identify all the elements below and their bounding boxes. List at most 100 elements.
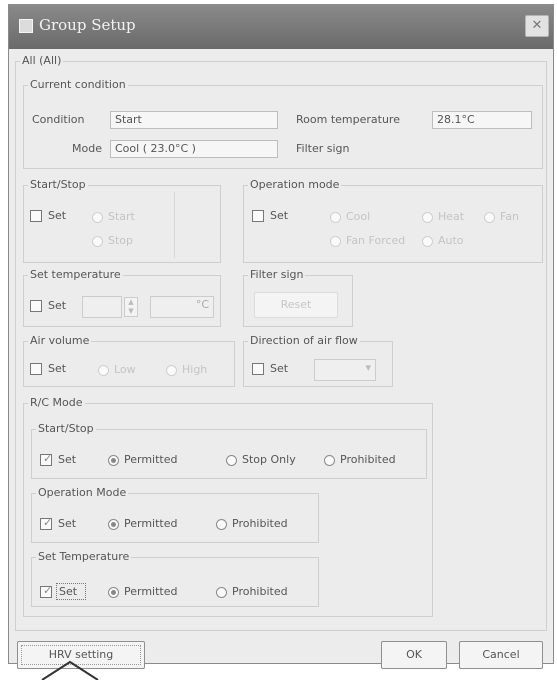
set-temperature-set-label: Set (48, 299, 67, 312)
rc-start-stop-set-checkbox[interactable]: ✓ (40, 452, 53, 466)
rc-set-temperature-prohibited-radio[interactable] (216, 587, 227, 598)
air-volume-set-checkbox[interactable] (30, 363, 42, 375)
rc-operation-mode-legend: Operation Mode (36, 486, 129, 499)
rc-start-stop-stop-only-radio[interactable] (226, 455, 237, 466)
rc-operation-mode-prohibited-radio[interactable] (216, 519, 227, 530)
cancel-label: Cancel (482, 648, 520, 661)
air-flow-group: Direction of air flow Set ▾ (243, 334, 393, 387)
rc-start-stop-legend: Start/Stop (36, 422, 96, 435)
air-volume-legend: Air volume (28, 334, 92, 347)
spin-up-icon: ▲ (128, 298, 134, 306)
condition-label: Condition (32, 113, 85, 126)
fan-forced-radio[interactable] (330, 236, 341, 247)
temperature-input[interactable] (82, 296, 122, 318)
rc-start-stop-permitted-radio[interactable] (108, 455, 119, 466)
rc-operation-mode-permitted-label: Permitted (124, 517, 178, 530)
callout-pointer (41, 660, 99, 680)
ok-label: OK (406, 648, 422, 661)
high-option-label: High (182, 363, 208, 376)
operation-mode-legend: Operation mode (248, 178, 342, 191)
set-temperature-group: Set temperature Set ▲ ▼ °C (23, 268, 221, 327)
rc-start-stop-prohibited-radio[interactable] (324, 455, 335, 466)
cool-option-label: Cool (346, 210, 371, 223)
rc-start-stop-permitted-label: Permitted (124, 453, 178, 466)
rc-set-temperature-permitted-radio[interactable] (108, 587, 119, 598)
room-temperature-field: 28.1°C (432, 111, 532, 129)
chevron-down-icon: ▾ (365, 361, 371, 374)
start-stop-legend: Start/Stop (28, 178, 88, 191)
start-stop-set-checkbox[interactable] (30, 210, 42, 222)
set-temperature-set-checkbox[interactable] (30, 300, 42, 312)
cancel-button[interactable]: Cancel (459, 641, 543, 669)
group-setup-dialog: Group Setup ✕ All (All) Current conditio… (8, 4, 554, 669)
filter-reset-label: Reset (280, 298, 312, 311)
rc-start-stop-group: Start/Stop ✓ Set Permitted Stop Only Pro… (31, 422, 427, 479)
check-icon: ✓ (43, 516, 53, 529)
cool-radio[interactable] (330, 212, 341, 223)
temperature-spinner[interactable]: ▲ ▼ (124, 297, 138, 317)
stop-option-label: Stop (108, 234, 134, 247)
spin-down-icon: ▼ (128, 307, 134, 315)
rc-start-stop-stop-only-label: Stop Only (242, 453, 296, 466)
current-condition-group: Current condition Condition Start Room t… (23, 78, 543, 169)
check-icon: ✓ (43, 452, 53, 465)
start-stop-group: Start/Stop Set Start Stop (23, 178, 221, 263)
filter-sign-legend: Filter sign (248, 268, 306, 281)
current-condition-legend: Current condition (28, 78, 128, 91)
rc-set-temperature-group: Set Temperature ✓ Set Permitted Prohibit… (31, 550, 319, 607)
rc-operation-mode-permitted-radio[interactable] (108, 519, 119, 530)
group-name: All (All) (20, 54, 64, 67)
air-flow-legend: Direction of air flow (248, 334, 360, 347)
app-icon (19, 19, 33, 33)
start-stop-set-label: Set (48, 209, 67, 222)
check-icon: ✓ (43, 584, 53, 597)
ok-button[interactable]: OK (381, 641, 447, 669)
rc-set-temperature-legend: Set Temperature (36, 550, 132, 563)
heat-radio[interactable] (422, 212, 433, 223)
close-icon: ✕ (531, 18, 543, 33)
low-option-label: Low (114, 363, 136, 376)
room-temperature-label: Room temperature (296, 113, 400, 126)
temperature-unit-label: °C (195, 298, 209, 311)
mode-field: Cool ( 23.0°C ) (110, 140, 278, 158)
rc-start-stop-prohibited-label: Prohibited (340, 453, 396, 466)
stop-radio[interactable] (92, 236, 103, 247)
auto-radio[interactable] (422, 236, 433, 247)
start-stop-divider (174, 192, 175, 258)
fan-radio[interactable] (484, 212, 495, 223)
rc-set-temperature-permitted-label: Permitted (124, 585, 178, 598)
set-temperature-legend: Set temperature (28, 268, 123, 281)
rc-operation-mode-set-checkbox[interactable]: ✓ (40, 516, 53, 530)
condition-field: Start (110, 111, 278, 129)
mode-label: Mode (72, 142, 102, 155)
filter-sign-status-label: Filter sign (296, 142, 350, 155)
dialog-title: Group Setup (39, 16, 136, 34)
heat-option-label: Heat (438, 210, 465, 223)
air-flow-set-checkbox[interactable] (252, 363, 264, 375)
rc-set-temperature-set-label: Set (59, 585, 78, 598)
operation-mode-group: Operation mode Set Cool Heat Fan Fan For… (243, 178, 543, 263)
operation-mode-set-label: Set (270, 209, 289, 222)
temperature-unit-field: °C (150, 296, 214, 318)
air-flow-select[interactable]: ▾ (314, 359, 376, 381)
high-radio[interactable] (166, 365, 177, 376)
start-radio[interactable] (92, 212, 103, 223)
rc-mode-legend: R/C Mode (28, 396, 85, 409)
air-flow-set-label: Set (270, 362, 289, 375)
low-radio[interactable] (98, 365, 109, 376)
start-option-label: Start (108, 210, 135, 223)
rc-set-temperature-prohibited-label: Prohibited (232, 585, 288, 598)
rc-set-temperature-set-checkbox[interactable]: ✓ (40, 584, 53, 598)
air-volume-group: Air volume Set Low High (23, 334, 235, 387)
air-volume-set-label: Set (48, 362, 67, 375)
title-bar: Group Setup ✕ (9, 5, 553, 49)
filter-reset-button[interactable]: Reset (254, 292, 338, 318)
fan-forced-option-label: Fan Forced (346, 234, 406, 247)
rc-operation-mode-prohibited-label: Prohibited (232, 517, 288, 530)
rc-start-stop-set-label: Set (58, 453, 77, 466)
operation-mode-set-checkbox[interactable] (252, 210, 264, 222)
rc-operation-mode-group: Operation Mode ✓ Set Permitted Prohibite… (31, 486, 319, 543)
close-button[interactable]: ✕ (525, 15, 549, 37)
filter-sign-group: Filter sign Reset (243, 268, 353, 327)
rc-operation-mode-set-label: Set (58, 517, 77, 530)
